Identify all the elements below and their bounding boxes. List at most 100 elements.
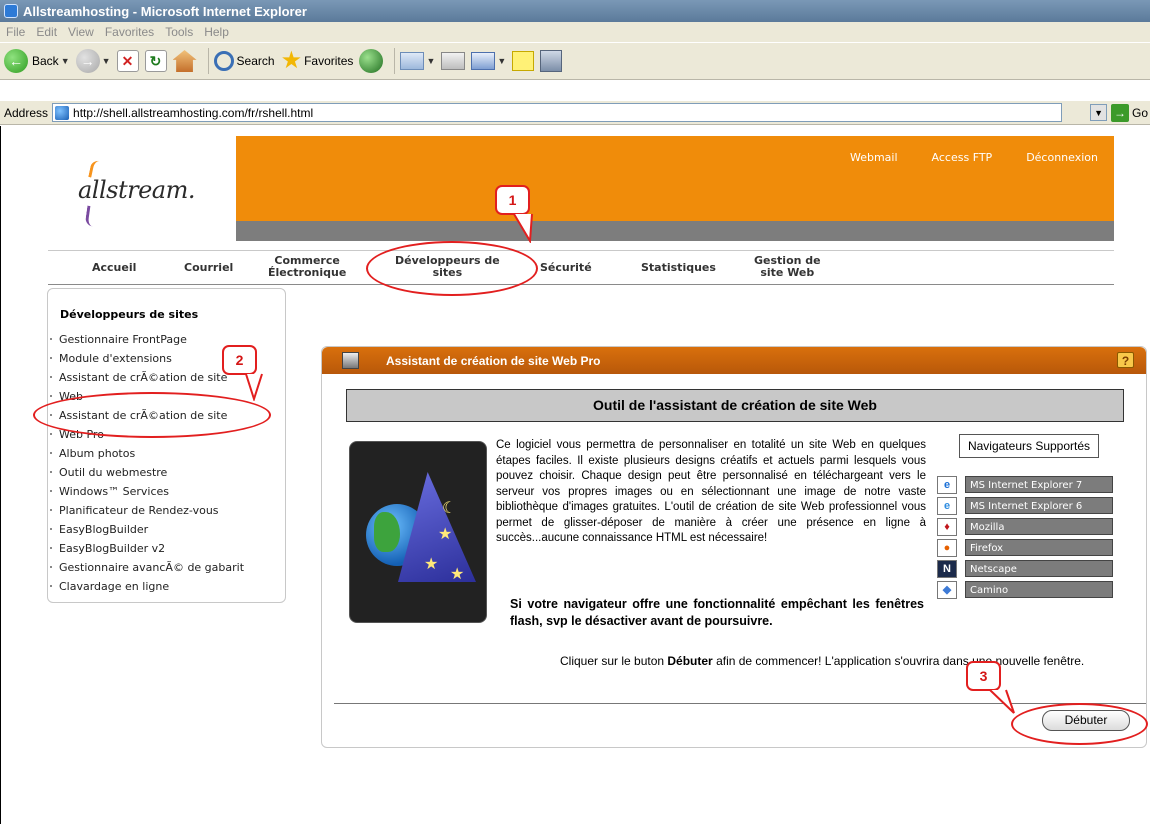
- star-icon: ★: [450, 566, 465, 583]
- mozilla-icon: ♦: [937, 517, 957, 536]
- annotation-ring-3: [1011, 703, 1148, 745]
- sidebar: Développeurs de sites Gestionnaire Front…: [47, 288, 286, 603]
- toolbar-separator: [394, 48, 396, 74]
- nav-gestion-line2: site Web: [760, 266, 815, 279]
- page-icon: [55, 105, 70, 120]
- menu-tools[interactable]: Tools: [165, 25, 193, 39]
- edit-icon: [471, 52, 496, 70]
- stop-button[interactable]: ✕: [116, 50, 139, 72]
- nav-securite[interactable]: Sécurité: [540, 262, 592, 274]
- menu-view[interactable]: View: [68, 25, 94, 39]
- mail-button[interactable]: ▼: [400, 52, 435, 70]
- menu-help[interactable]: Help: [204, 25, 229, 39]
- logout-link[interactable]: Déconnexion: [1026, 151, 1098, 164]
- mail-icon: [400, 52, 425, 70]
- chevron-down-icon: ▼: [60, 56, 70, 66]
- nav-accueil[interactable]: Accueil: [92, 262, 136, 274]
- go-label: Go: [1132, 105, 1149, 120]
- browser-name: Netscape: [965, 560, 1113, 577]
- sidebar-item-webmaster[interactable]: Outil du webmestre: [48, 463, 287, 482]
- warning-text: Si votre navigateur offre une fonctionna…: [510, 597, 924, 628]
- netscape-icon: N: [937, 559, 957, 578]
- forward-button[interactable]: → ▼: [75, 49, 111, 73]
- sidebar-item-template-manager[interactable]: Gestionnaire avancÃ© de gabarit: [48, 558, 287, 577]
- research-icon: [540, 50, 563, 72]
- favorites-button[interactable]: ★ Favorites: [281, 49, 354, 73]
- browser-name: Firefox: [965, 539, 1113, 556]
- sidebar-item-easyblog-v2[interactable]: EasyBlogBuilder v2: [48, 539, 287, 558]
- logo-swoosh: [84, 205, 96, 227]
- sidebar-item-windows-services[interactable]: Windows™ Services: [48, 482, 287, 501]
- wizard-illustration: ★ ★ ★ ☾: [349, 441, 487, 623]
- print-icon: [441, 52, 466, 70]
- address-dropdown-button[interactable]: ▼: [1090, 104, 1108, 121]
- toolbar: ← Back ▼ → ▼ ✕ ↻ Search ★ Favorites ▼ ▼: [0, 42, 1150, 80]
- refresh-icon: ↻: [144, 50, 167, 72]
- tool-header: Outil de l'assistant de création de site…: [346, 389, 1124, 422]
- browser-row: e MS Internet Explorer 6: [937, 495, 1117, 516]
- help-icon[interactable]: ?: [1117, 352, 1134, 368]
- menubar: File Edit View Favorites Tools Help: [0, 22, 1150, 42]
- search-icon: [213, 51, 234, 71]
- annotation-callout-3: 3: [966, 661, 1001, 691]
- sidebar-title: Développeurs de sites: [60, 308, 199, 321]
- go-button[interactable]: → Go: [1111, 103, 1149, 122]
- browser-row: ♦ Mozilla: [937, 516, 1117, 537]
- panel-header: Assistant de création de site Web Pro ?: [322, 347, 1146, 374]
- print-button[interactable]: [441, 52, 466, 70]
- forward-arrow-icon: →: [75, 49, 100, 73]
- annotation-ring-1: [366, 241, 538, 296]
- browser-row: N Netscape: [937, 558, 1117, 579]
- moon-icon: ☾: [442, 500, 457, 517]
- browser-name: Camino: [965, 581, 1113, 598]
- panel-title: Assistant de création de site Web Pro: [386, 354, 601, 368]
- go-arrow-icon: →: [1111, 103, 1130, 122]
- back-button[interactable]: ← Back ▼: [4, 49, 70, 73]
- annotation-tail-3: [989, 689, 1015, 714]
- browser-row: e MS Internet Explorer 7: [937, 474, 1117, 495]
- menu-file[interactable]: File: [6, 25, 25, 39]
- media-icon: [359, 49, 384, 73]
- header-orange-band: [236, 136, 1114, 221]
- refresh-button[interactable]: ↻: [144, 50, 167, 72]
- discuss-button[interactable]: [512, 51, 535, 71]
- wizard-panel: Assistant de création de site Web Pro ? …: [321, 346, 1147, 748]
- stop-icon: ✕: [116, 50, 139, 72]
- wizard-small-icon: [342, 352, 359, 369]
- nav-commerce-line2: Électronique: [268, 266, 347, 279]
- star-icon: ★: [438, 526, 453, 543]
- start-text-post: afin de commencer! L'application s'ouvri…: [712, 654, 1085, 668]
- edit-button[interactable]: ▼: [471, 52, 506, 70]
- nav-courriel[interactable]: Courriel: [184, 262, 233, 274]
- nav-gestion[interactable]: Gestion de site Web: [754, 255, 821, 279]
- address-input[interactable]: http://shell.allstreamhosting.com/fr/rsh…: [52, 103, 1063, 122]
- browser-name: MS Internet Explorer 7: [965, 476, 1113, 493]
- top-links: Webmail Access FTP Déconnexion: [850, 151, 1098, 164]
- note-icon: [512, 51, 535, 71]
- home-button[interactable]: [172, 50, 197, 72]
- sidebar-item-chat[interactable]: Clavardage en ligne: [48, 577, 287, 596]
- browser-row: ◆ Camino: [937, 579, 1117, 600]
- sidebar-item-easyblog[interactable]: EasyBlogBuilder: [48, 520, 287, 539]
- logo-text: allstream.: [78, 176, 196, 204]
- webmail-link[interactable]: Webmail: [850, 151, 898, 164]
- chevron-down-icon: ▼: [497, 56, 507, 66]
- nav-commerce[interactable]: Commerce Électronique: [268, 255, 346, 279]
- allstream-logo[interactable]: allstream.: [70, 159, 210, 230]
- start-instruction: Cliquer sur le buton Débuter afin de com…: [560, 654, 1140, 668]
- sidebar-item-album[interactable]: Album photos: [48, 444, 287, 463]
- menu-edit[interactable]: Edit: [36, 25, 57, 39]
- search-button[interactable]: Search: [213, 51, 275, 71]
- access-ftp-link[interactable]: Access FTP: [932, 151, 993, 164]
- nav-statistiques[interactable]: Statistiques: [641, 262, 716, 274]
- browser-list: e MS Internet Explorer 7 e MS Internet E…: [937, 474, 1117, 600]
- window-titlebar: Allstreamhosting - Microsoft Internet Ex…: [0, 0, 1150, 22]
- home-icon: [172, 50, 197, 72]
- start-text-bold: Débuter: [667, 654, 713, 668]
- research-button[interactable]: [540, 50, 563, 72]
- media-button[interactable]: [359, 49, 384, 73]
- ie6-icon: e: [937, 496, 957, 515]
- menu-favorites[interactable]: Favorites: [105, 25, 154, 39]
- address-bar: Address http://shell.allstreamhosting.co…: [0, 101, 1150, 125]
- sidebar-item-scheduler[interactable]: Planificateur de Rendez-vous: [48, 501, 287, 520]
